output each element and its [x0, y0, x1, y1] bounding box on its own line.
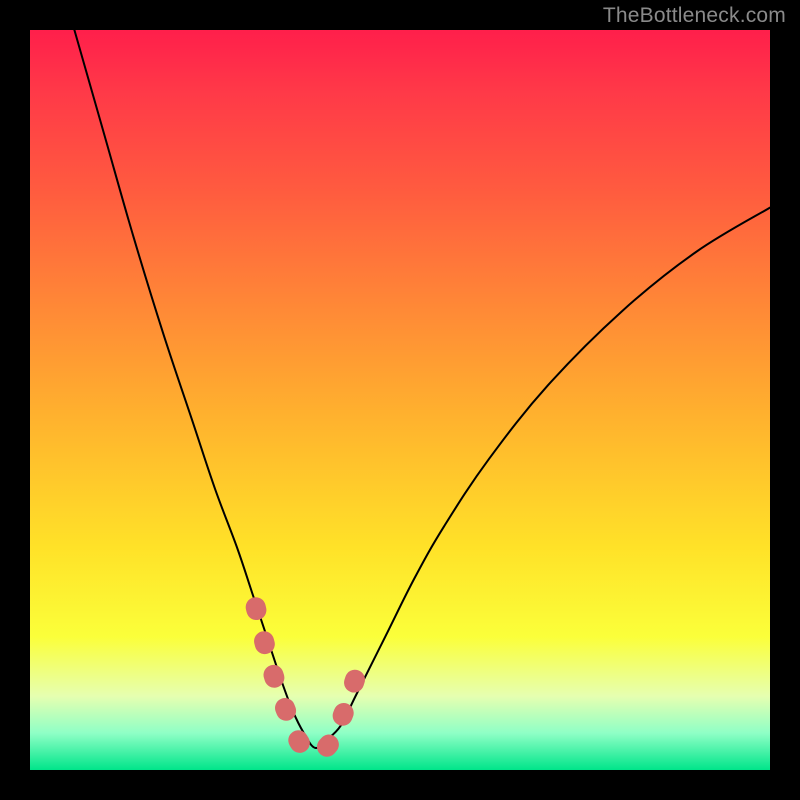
chart-plot-area	[30, 30, 770, 770]
bottleneck-curve-line	[74, 30, 770, 748]
chart-frame: TheBottleneck.com	[0, 0, 800, 800]
watermark-text: TheBottleneck.com	[603, 4, 786, 28]
highlight-valley-line	[256, 607, 360, 752]
chart-svg	[30, 30, 770, 770]
